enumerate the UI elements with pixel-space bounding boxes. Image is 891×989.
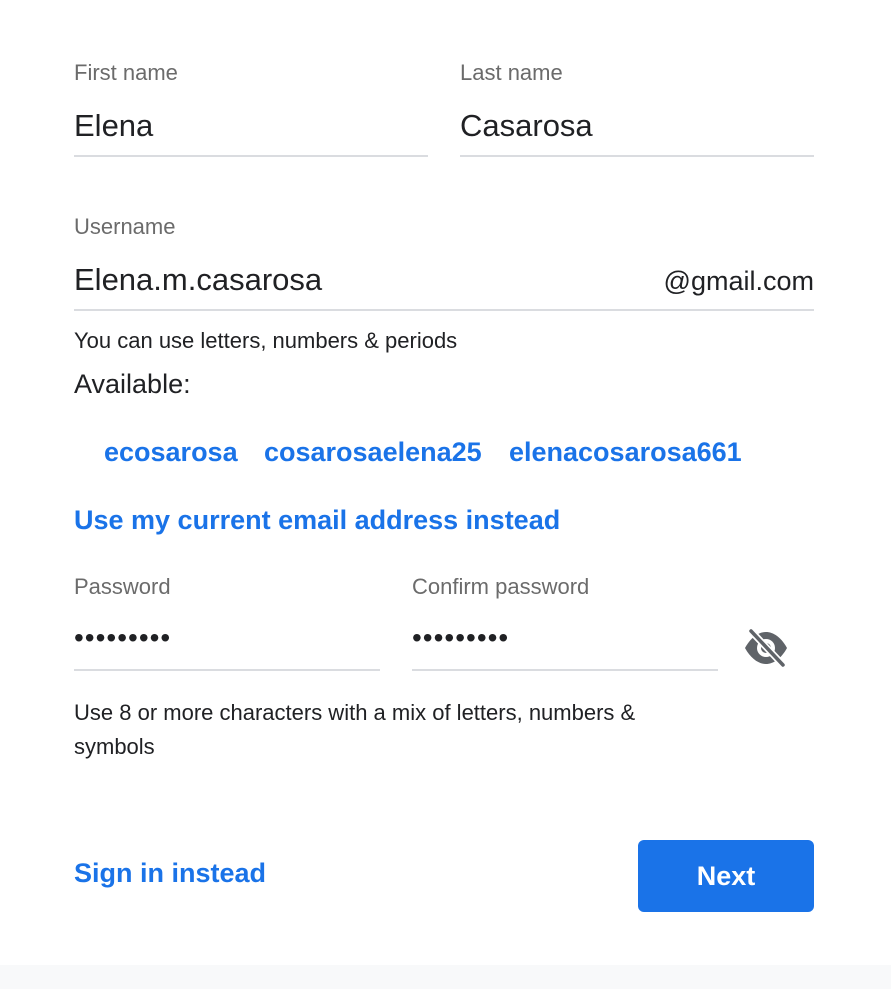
confirm-password-masked-value: ••••••••• bbox=[412, 622, 510, 653]
password-label: Password bbox=[74, 574, 171, 599]
username-value: Elena.m.casarosa bbox=[74, 262, 323, 297]
password-hint: Use 8 or more characters with a mix of l… bbox=[74, 700, 636, 759]
show-password-toggle[interactable] bbox=[740, 622, 792, 674]
gmail-domain-suffix: @gmail.com bbox=[663, 266, 814, 296]
available-heading: Available: bbox=[74, 369, 191, 399]
sign-in-instead-link[interactable]: Sign in instead bbox=[74, 858, 266, 889]
username-suggestion[interactable]: cosarosaelena25 bbox=[264, 437, 482, 468]
first-name-label: First name bbox=[74, 60, 178, 85]
last-name-input[interactable]: Casarosa bbox=[460, 100, 814, 157]
last-name-label: Last name bbox=[460, 60, 563, 85]
confirm-password-label: Confirm password bbox=[412, 574, 590, 599]
use-current-email-link[interactable]: Use my current email address instead bbox=[74, 505, 560, 536]
password-input[interactable]: ••••••••• bbox=[74, 614, 380, 671]
eye-off-icon bbox=[745, 628, 787, 668]
first-name-value: Elena bbox=[74, 108, 154, 143]
username-hint: You can use letters, numbers & periods bbox=[74, 328, 458, 353]
next-button[interactable]: Next bbox=[638, 840, 814, 912]
username-input[interactable]: Elena.m.casarosa @gmail.com bbox=[74, 254, 814, 311]
username-suggestion[interactable]: ecosarosa bbox=[104, 437, 238, 468]
confirm-password-input[interactable]: ••••••••• bbox=[412, 614, 718, 671]
page-footer-strip bbox=[0, 965, 891, 989]
username-label: Username bbox=[74, 214, 176, 239]
first-name-input[interactable]: Elena bbox=[74, 100, 428, 157]
username-suggestion[interactable]: elenacosarosa661 bbox=[509, 437, 742, 468]
last-name-value: Casarosa bbox=[460, 108, 593, 143]
password-masked-value: ••••••••• bbox=[74, 622, 172, 653]
